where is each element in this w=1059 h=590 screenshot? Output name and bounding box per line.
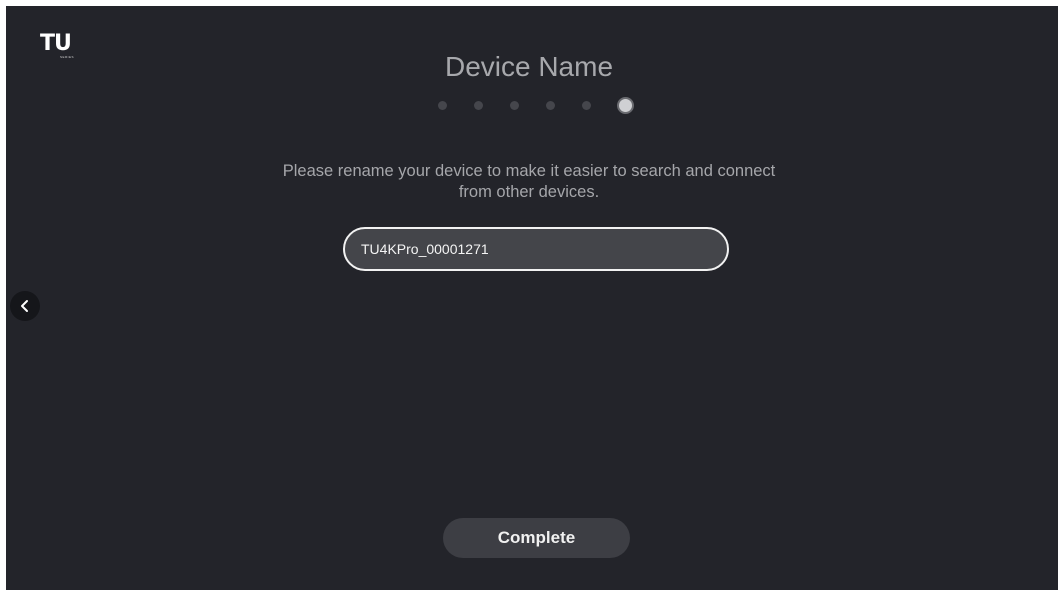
back-button[interactable]	[10, 291, 40, 321]
chevron-left-icon	[21, 300, 28, 312]
setup-screen: TU SERIES Device Name Please rename your…	[6, 6, 1058, 590]
step-dot-6-active	[617, 97, 634, 114]
step-indicator	[436, 96, 646, 116]
complete-button[interactable]: Complete	[443, 518, 630, 558]
page-title: Device Name	[444, 51, 614, 82]
step-dot-2	[474, 101, 483, 110]
step-dot-3	[510, 101, 519, 110]
device-name-input[interactable]: TU4KPro_00001271	[343, 227, 729, 271]
instruction-text: Please rename your device to make it eas…	[282, 162, 776, 201]
step-dot-5	[582, 101, 591, 110]
step-dot-4	[546, 101, 555, 110]
step-dot-1	[438, 101, 447, 110]
device-name-value: TU4KPro_00001271	[361, 241, 489, 257]
